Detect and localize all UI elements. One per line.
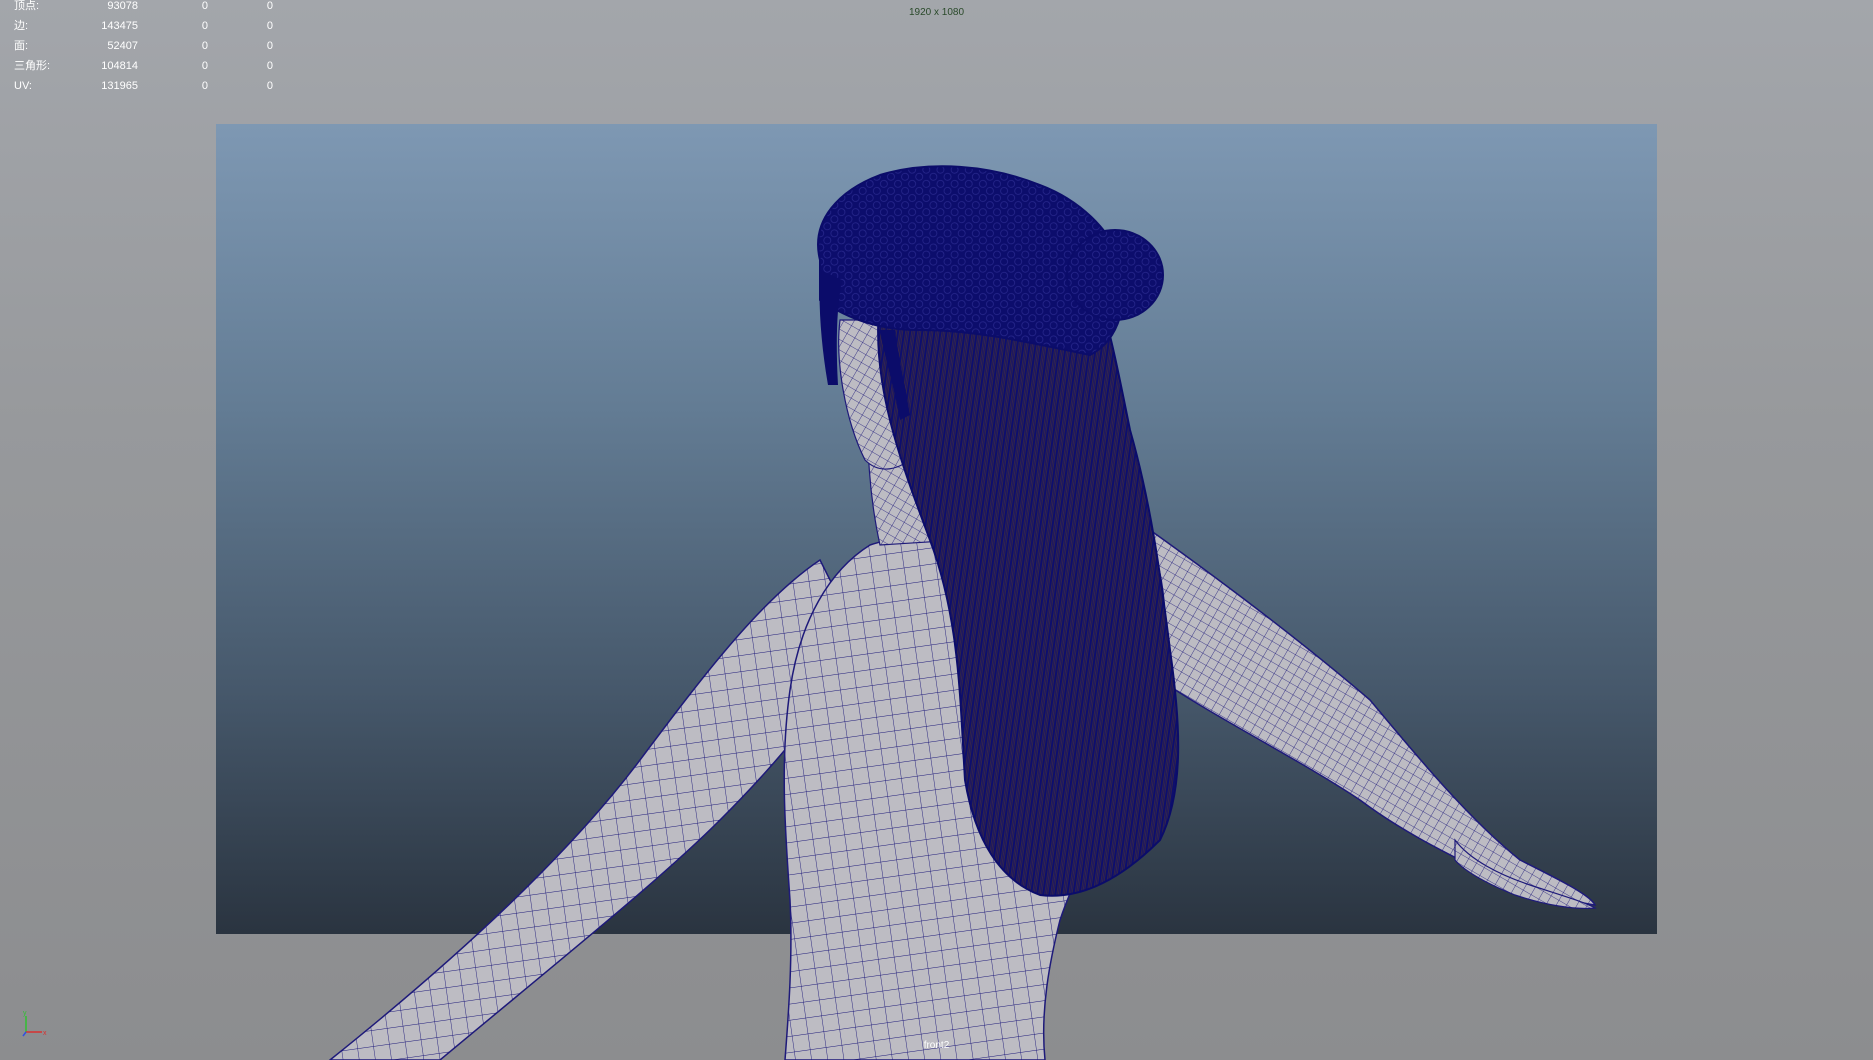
hud-selected-value: 0	[201, 80, 208, 92]
hud-selected-value: 0	[201, 40, 208, 52]
hud-row-triangles: 三角形: 104814 0 0	[14, 60, 274, 80]
hud-total-value: 104814	[101, 60, 138, 72]
z-axis-line	[22, 1031, 27, 1037]
hud-component-value: 0	[266, 80, 273, 92]
resolution-label: 1920 x 1080	[908, 7, 965, 18]
hud-row-uvs: UV: 131965 0 0	[14, 80, 274, 100]
3d-viewport[interactable]: 顶点: 93078 0 0 边: 143475 0 0 面: 52407 0 0…	[0, 0, 1873, 1060]
camera-name-label: front2	[923, 1040, 950, 1051]
hud-selected-value: 0	[201, 60, 208, 72]
hud-total-value: 131965	[101, 80, 138, 92]
y-axis-label: y	[23, 1010, 27, 1017]
hud-total-value: 143475	[101, 20, 138, 32]
hud-row-edges: 边: 143475 0 0	[14, 20, 274, 40]
hud-component-value: 0	[266, 40, 273, 52]
left-arm-mesh	[328, 558, 861, 1060]
character-wireframe-model[interactable]	[0, 0, 1873, 1060]
x-axis-label: x	[43, 1030, 47, 1037]
hud-total-value: 52407	[107, 40, 138, 52]
hud-row-faces: 面: 52407 0 0	[14, 40, 274, 60]
hud-component-value: 0	[266, 20, 273, 32]
hud-label: 边:	[14, 20, 29, 32]
hud-label: 三角形:	[14, 60, 51, 72]
view-axis-gizmo: y x	[22, 1010, 47, 1037]
hud-component-value: 0	[266, 60, 273, 72]
hud-label: 面:	[14, 40, 29, 52]
right-arm-mesh	[1149, 528, 1597, 909]
hud-selected-value: 0	[201, 20, 208, 32]
hud-label: UV:	[14, 80, 32, 92]
